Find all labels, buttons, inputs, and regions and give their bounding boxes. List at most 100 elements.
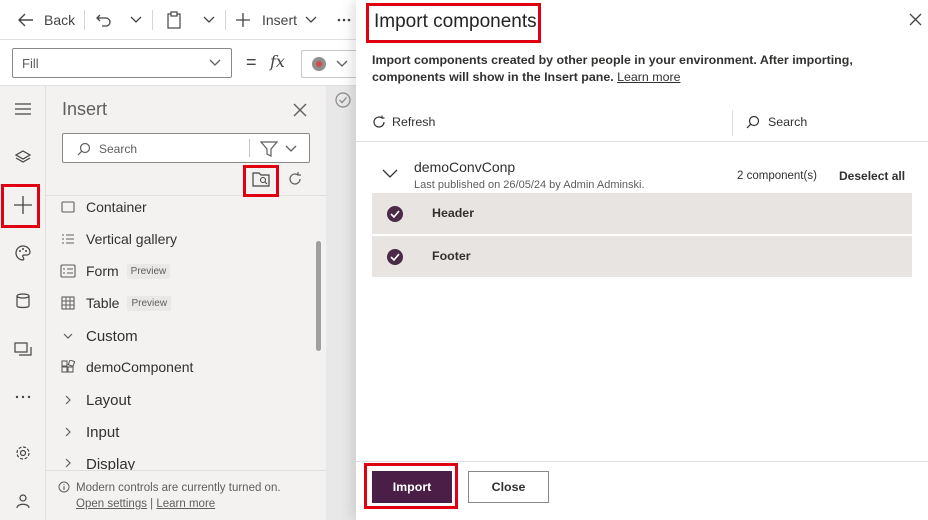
check-circle-icon — [335, 92, 351, 108]
insert-menu-label: Insert — [262, 12, 298, 28]
settings-button[interactable] — [4, 434, 42, 472]
container-icon — [61, 201, 75, 213]
paste-button[interactable] — [166, 0, 182, 40]
left-nav-rail — [0, 86, 46, 520]
close-icon[interactable] — [293, 103, 307, 117]
insert-search-input[interactable]: Search — [62, 133, 310, 163]
modern-controls-notice: Modern controls are currently turned on.… — [58, 480, 314, 512]
form-icon — [60, 264, 76, 278]
clipboard-icon — [167, 11, 181, 29]
chevron-down-icon — [336, 60, 348, 67]
virtual-agent-button[interactable] — [4, 482, 42, 520]
insert-menu-button[interactable]: Insert — [236, 0, 317, 40]
chevron-down-icon — [209, 59, 221, 66]
undo-button[interactable] — [96, 0, 112, 40]
highlight-insert-nav — [1, 184, 40, 228]
chevron-right-icon — [65, 427, 71, 437]
library-header[interactable]: demoConvConp Last published on 26/05/24 … — [372, 155, 912, 195]
insert-item-label: demoComponent — [86, 359, 194, 375]
highlight-import-button — [364, 463, 458, 509]
data-button[interactable] — [4, 282, 42, 320]
preview-badge: Preview — [126, 263, 171, 279]
back-button[interactable]: Back — [18, 0, 75, 40]
layers-icon — [15, 150, 31, 163]
plus-icon — [236, 13, 250, 27]
open-settings-link[interactable]: Open settings — [76, 498, 147, 510]
component-row-header[interactable]: Header — [372, 193, 912, 235]
search-label: Search — [768, 115, 808, 129]
paste-dropdown[interactable] — [203, 0, 215, 40]
tree-view-button[interactable] — [4, 138, 42, 176]
fx-icon: fx — [270, 52, 285, 71]
learn-more-link[interactable]: Learn more — [617, 70, 680, 84]
checkmark-icon[interactable] — [387, 206, 403, 222]
hamburger-button[interactable] — [4, 90, 42, 128]
search-placeholder: Search — [99, 142, 138, 156]
insert-item-table[interactable]: Table Preview — [60, 291, 172, 315]
insert-item-vertical-gallery[interactable]: Vertical gallery — [60, 227, 177, 251]
table-icon — [61, 296, 75, 310]
component-icon — [61, 360, 75, 373]
insert-item-form[interactable]: Form Preview — [60, 259, 171, 283]
search-icon — [746, 115, 760, 129]
more-icon — [337, 18, 351, 22]
group-display[interactable]: Display — [60, 452, 135, 470]
component-label: Footer — [432, 249, 471, 263]
preview-badge: Preview — [127, 295, 172, 311]
themes-button[interactable] — [4, 234, 42, 272]
command-toolbar: Back Insert — [0, 0, 356, 40]
chevron-down-icon — [305, 16, 317, 23]
hamburger-icon — [15, 103, 31, 115]
chevron-down-icon — [203, 16, 215, 23]
insert-item-label: Vertical gallery — [86, 231, 178, 247]
undo-dropdown[interactable] — [130, 0, 142, 40]
bot-icon — [16, 494, 30, 509]
chevron-down-icon — [130, 16, 142, 23]
chevron-down-icon[interactable] — [382, 169, 398, 178]
info-icon — [58, 481, 70, 493]
refresh-button[interactable]: Refresh — [372, 115, 435, 129]
group-label: Custom — [86, 327, 138, 345]
group-input[interactable]: Input — [60, 420, 119, 444]
copilot-icon — [312, 57, 326, 71]
group-layout[interactable]: Layout — [60, 388, 131, 412]
learn-more-link[interactable]: Learn more — [156, 498, 215, 510]
dialog-search-button[interactable]: Search — [746, 115, 807, 129]
insert-pane-title: Insert — [62, 99, 108, 119]
filter-icon[interactable] — [260, 141, 278, 157]
formula-input[interactable] — [301, 50, 356, 78]
insert-item-democomponent[interactable]: demoComponent — [60, 355, 193, 379]
component-label: Header — [432, 206, 475, 220]
insert-item-container[interactable]: Container — [60, 195, 147, 219]
chevron-down-icon — [63, 333, 73, 339]
studio-app: Back Insert Fill = fx Insert Search Cont… — [0, 0, 356, 520]
search-icon — [77, 142, 91, 156]
gallery-icon — [62, 234, 74, 244]
notice-separator: | — [150, 498, 154, 510]
chevron-down-icon[interactable] — [285, 145, 297, 153]
group-label: Layout — [86, 391, 132, 409]
library-meta: Last published on 26/05/24 by Admin Admi… — [414, 179, 645, 191]
close-button[interactable]: Close — [468, 471, 549, 503]
component-row-footer[interactable]: Footer — [372, 236, 912, 278]
back-arrow-icon — [18, 13, 33, 27]
refresh-icon[interactable] — [287, 171, 303, 187]
insert-pane-scrollbar[interactable] — [316, 241, 321, 351]
close-icon[interactable] — [909, 13, 922, 26]
chevron-right-icon — [65, 395, 71, 405]
insert-item-label: Container — [86, 199, 147, 215]
highlight-get-components — [243, 165, 279, 197]
dialog-command-bar: Refresh Search — [356, 106, 928, 142]
more-icon — [15, 395, 31, 399]
deselect-all-button[interactable]: Deselect all — [839, 169, 905, 183]
notice-text: Modern controls are currently turned on. — [76, 482, 281, 494]
refresh-label: Refresh — [392, 115, 436, 129]
insert-item-label: Form — [86, 263, 119, 279]
property-dropdown[interactable]: Fill — [12, 48, 232, 78]
checkmark-icon[interactable] — [387, 249, 403, 265]
canvas-edge — [326, 86, 356, 520]
media-button[interactable] — [4, 330, 42, 368]
group-custom[interactable]: Custom — [60, 324, 138, 348]
more-commands-button[interactable] — [337, 0, 351, 40]
more-nav-button[interactable] — [4, 378, 42, 416]
